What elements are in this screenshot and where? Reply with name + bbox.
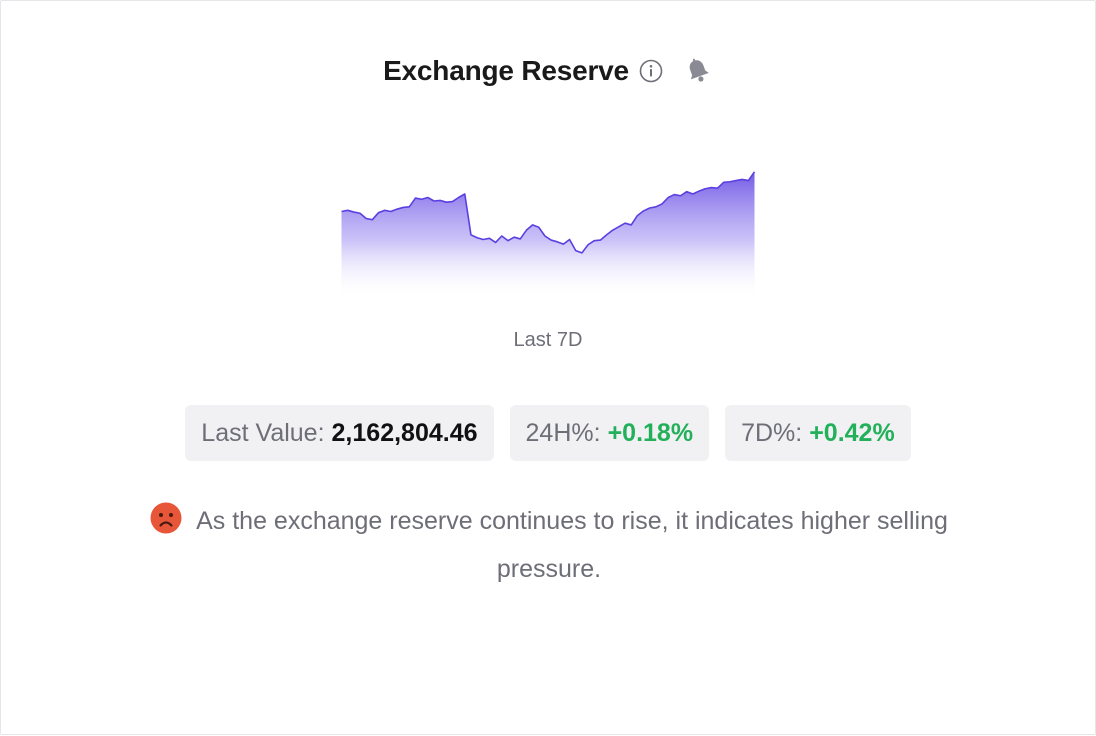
last-value: 2,162,804.46	[331, 418, 478, 447]
widget-title: Exchange Reserve	[383, 55, 629, 86]
stats-row: Last Value: 2,162,804.46 24H%: +0.18% 7D…	[1, 405, 1095, 461]
change-7d-label: 7D%:	[741, 418, 803, 447]
sad-face-icon	[150, 502, 182, 534]
sparkline-area	[341, 171, 755, 299]
change-24h-pill: 24H%: +0.18%	[509, 405, 710, 461]
title-row: Exchange Reserve	[1, 55, 1095, 87]
change-7d-pill: 7D%: +0.42%	[725, 405, 911, 461]
change-24h-value: +0.18%	[607, 418, 694, 447]
change-24h-label: 24H%:	[525, 418, 601, 447]
info-circle-icon[interactable]	[639, 59, 663, 83]
bell-icon[interactable]	[683, 56, 713, 86]
reserve-sparkline-chart	[341, 171, 755, 299]
change-7d-value: +0.42%	[809, 418, 895, 447]
exchange-reserve-card: Exchange Reserve Last 7D Last Value: 2,1…	[0, 0, 1096, 735]
last-value-label: Last Value:	[201, 418, 325, 447]
period-label: Last 7D	[513, 329, 583, 351]
sentiment-text: As the exchange reserve continues to ris…	[196, 507, 948, 583]
sentiment-message: As the exchange reserve continues to ris…	[141, 497, 957, 593]
last-value-pill: Last Value: 2,162,804.46	[185, 405, 494, 461]
